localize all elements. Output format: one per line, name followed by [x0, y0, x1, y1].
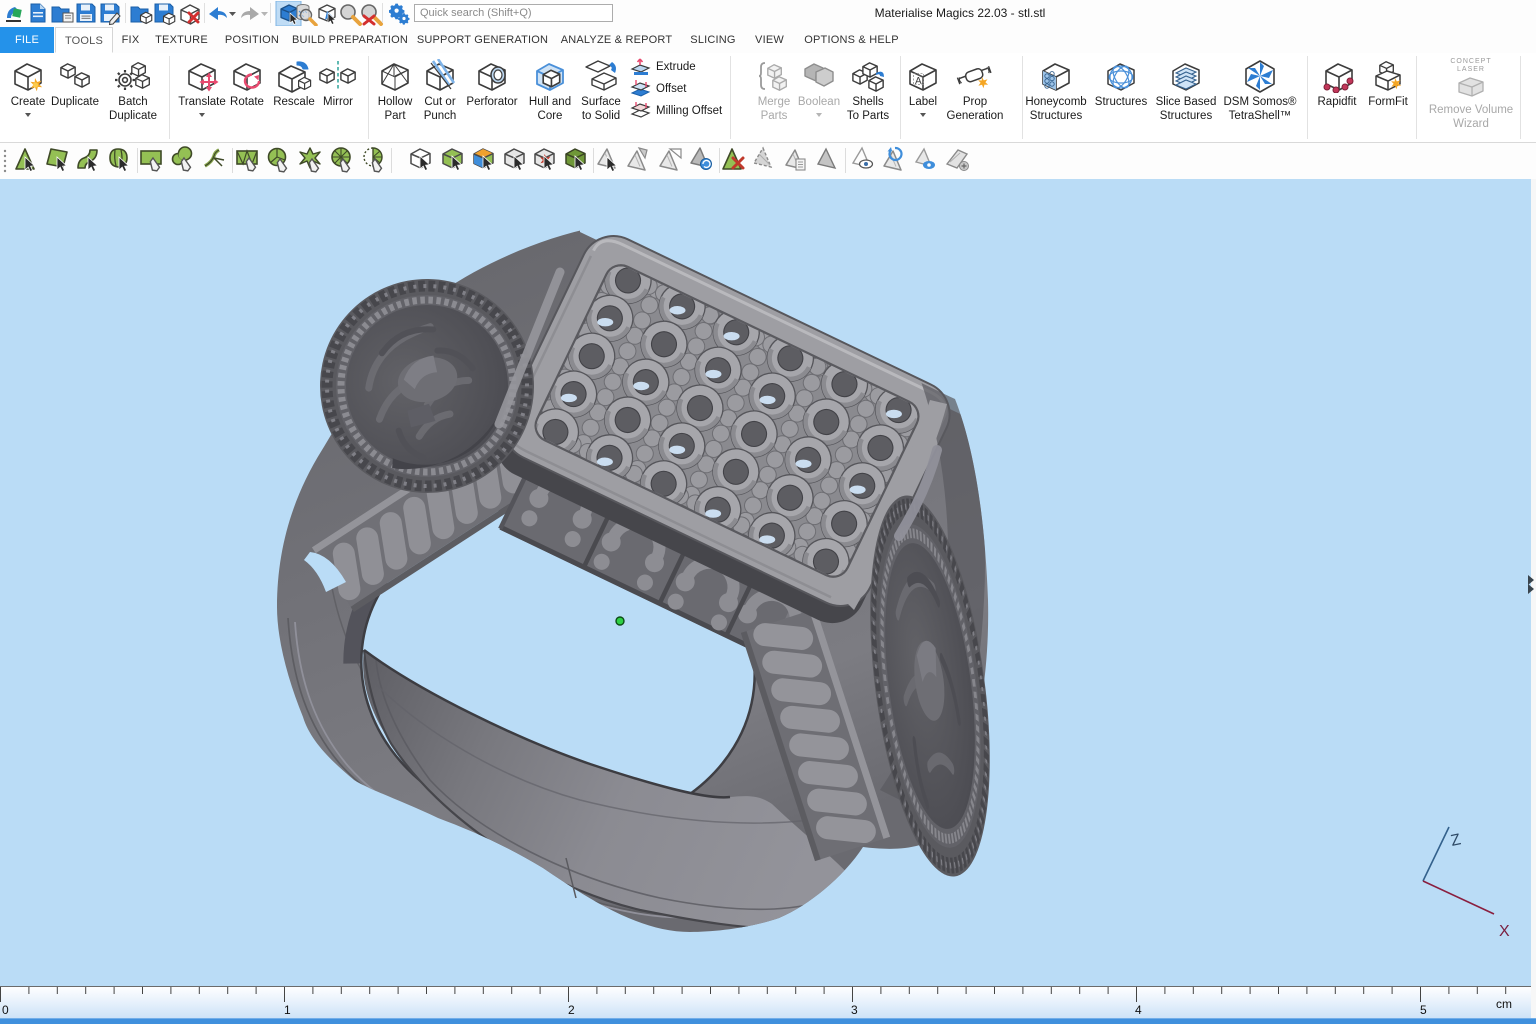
- svg-text:A: A: [915, 76, 922, 87]
- svg-text:X: X: [1499, 923, 1510, 940]
- svg-text:Z: Z: [1449, 831, 1462, 850]
